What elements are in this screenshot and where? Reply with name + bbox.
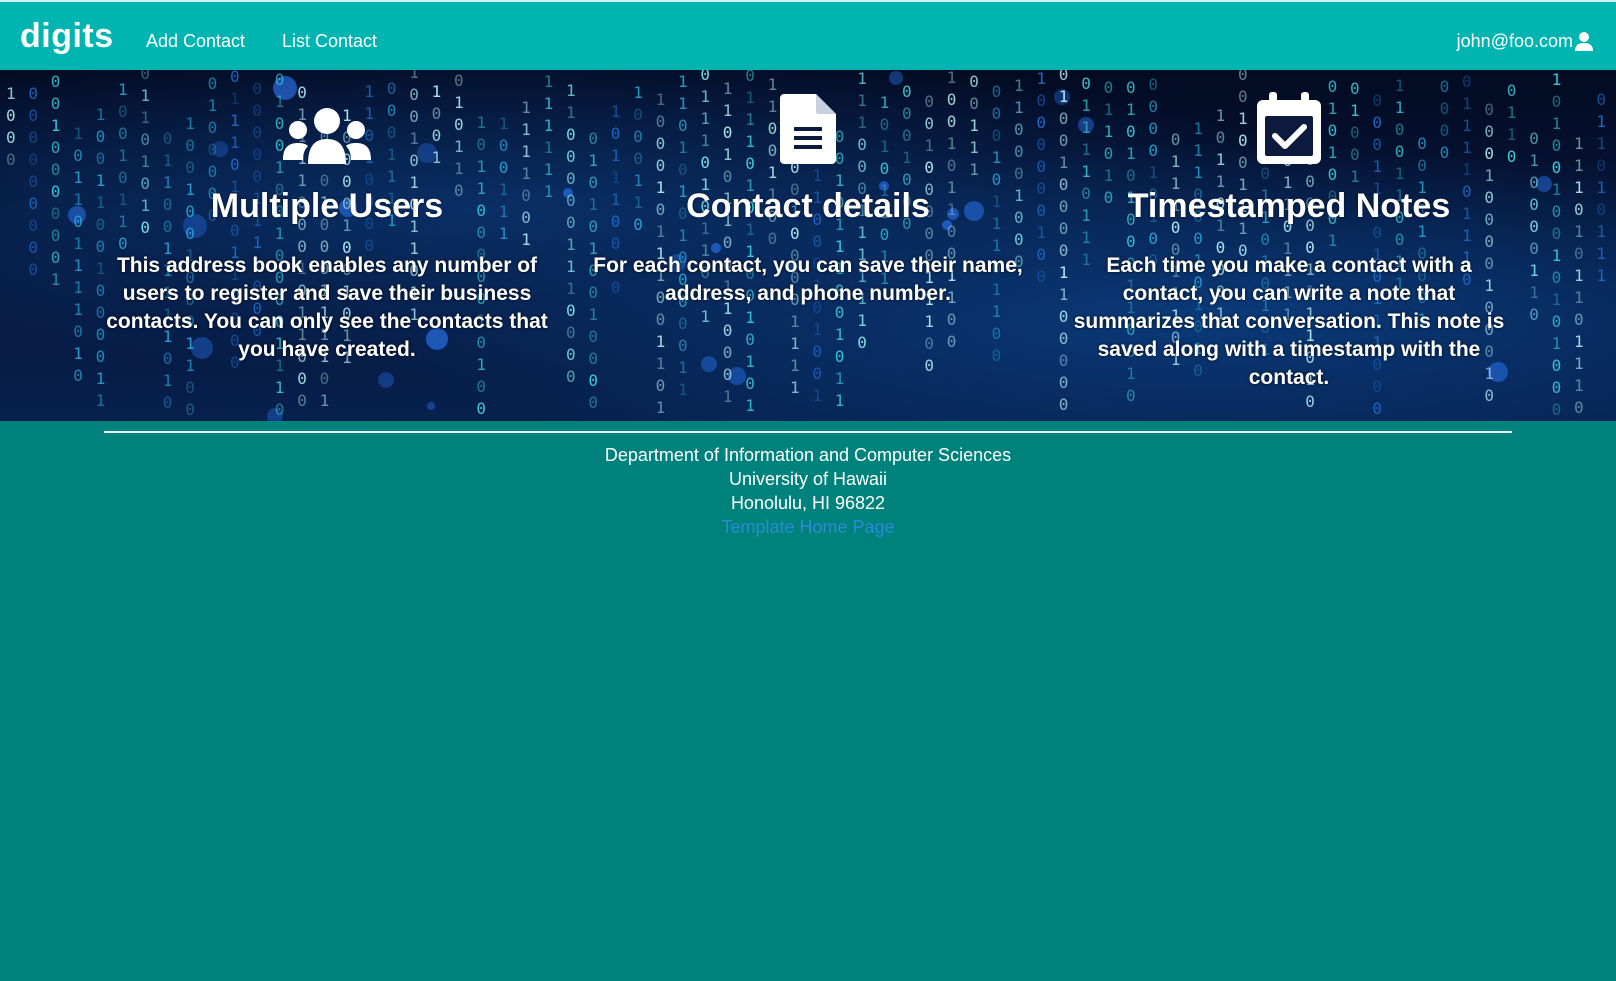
- feature-title: Timestamped Notes: [1127, 187, 1451, 225]
- template-home-page-link[interactable]: Template Home Page: [721, 517, 894, 537]
- nav-add-contact-link[interactable]: Add Contact: [146, 29, 245, 53]
- users-icon: [283, 108, 371, 164]
- nav-list-contact-link[interactable]: List Contact: [282, 29, 377, 53]
- feature-contact-details: Contact details For each contact, you ca…: [583, 82, 1033, 308]
- footer: Department of Information and Computer S…: [0, 421, 1616, 981]
- feature-title: Multiple Users: [210, 187, 444, 225]
- brand-link[interactable]: digits: [20, 16, 114, 56]
- feature-timestamped-notes: Timestamped Notes Each time you make a c…: [1064, 82, 1514, 392]
- footer-address: Department of Information and Computer S…: [0, 443, 1616, 539]
- footer-department: Department of Information and Computer S…: [604, 445, 1012, 465]
- footer-city: Honolulu, HI 96822: [730, 493, 886, 513]
- feature-description: For each contact, you can save their nam…: [593, 254, 1023, 305]
- feature-multiple-users: Multiple Users This address book enables…: [102, 82, 552, 364]
- file-icon: [780, 94, 836, 164]
- footer-university: University of Hawaii: [728, 469, 888, 489]
- feature-description: Each time you make a contact with a cont…: [1073, 254, 1505, 389]
- user-menu[interactable]: john@foo.com: [1457, 29, 1594, 53]
- feature-description: This address book enables any number of …: [106, 254, 548, 361]
- calendar-check-icon: [1257, 92, 1321, 164]
- user-email: john@foo.com: [1456, 31, 1573, 51]
- user-icon: [1575, 32, 1593, 51]
- navbar: digits Add Contact List Contact john@foo…: [0, 0, 1616, 70]
- hero-section: 1000000000000001000000110110111101010011…: [0, 70, 1616, 421]
- feature-title: Contact details: [686, 187, 930, 225]
- features-row: Multiple Users This address book enables…: [0, 70, 1616, 421]
- footer-divider: [104, 431, 1512, 433]
